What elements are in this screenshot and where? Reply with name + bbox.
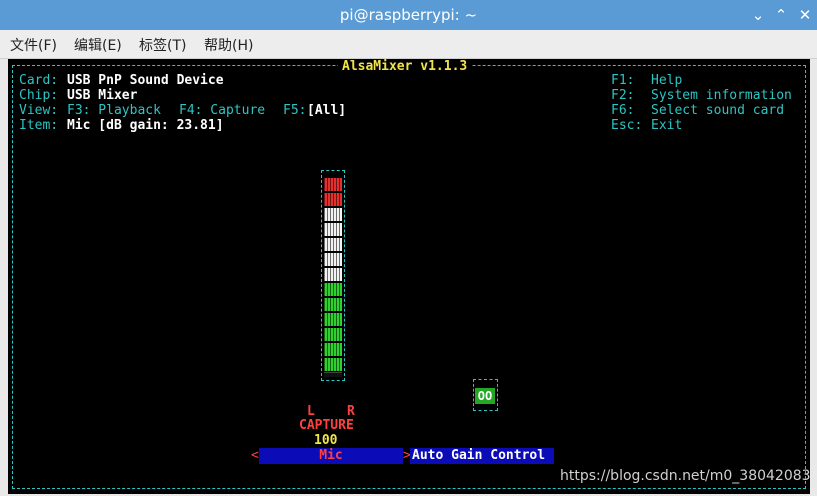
agc-switch-value[interactable]: OO (475, 388, 495, 404)
card-value: USB PnP Sound Device (67, 73, 224, 88)
volume-segment (324, 178, 342, 191)
help-f6-text: Select sound card (651, 103, 785, 118)
help-esc-key: Esc: (611, 118, 643, 133)
volume-segment (324, 253, 342, 266)
maximize-icon[interactable]: ⌃ (771, 5, 791, 25)
title-bar[interactable]: pi@raspberrypi: ~ ⌄ ⌃ ✕ (0, 0, 817, 30)
capture-value: 100 (314, 433, 338, 448)
volume-bar-base (324, 372, 342, 377)
volume-segment (324, 358, 342, 371)
volume-segment (324, 208, 342, 221)
volume-segment (324, 298, 342, 311)
window-title: pi@raspberrypi: ~ (339, 6, 478, 24)
help-f1-key: F1: (611, 73, 635, 88)
volume-segment (324, 238, 342, 251)
volume-segment (324, 268, 342, 281)
menu-bar: 文件(F) 编辑(E) 标签(T) 帮助(H) (0, 30, 817, 59)
volume-segment (324, 223, 342, 236)
view-label: View: (19, 103, 59, 118)
menu-help[interactable]: 帮助(H) (204, 35, 253, 55)
volume-segment (324, 283, 342, 296)
control-arrow-left[interactable]: < (251, 448, 259, 463)
terminal-area[interactable]: AlsaMixer v1.1.3 Card: USB PnP Sound Dev… (8, 59, 810, 494)
volume-segment (324, 313, 342, 326)
view-f5-key: F5: (283, 103, 307, 118)
minimize-icon[interactable]: ⌄ (748, 5, 768, 25)
item-label: Item: (19, 118, 59, 133)
channel-left-label: L (307, 404, 315, 419)
item-value: Mic [dB gain: 23.81] (67, 118, 224, 133)
view-f4-capture[interactable]: F4: Capture (179, 103, 265, 118)
volume-segment (324, 343, 342, 356)
control-auto-gain[interactable]: Auto Gain Control (410, 448, 554, 464)
view-f5-all[interactable]: [All] (307, 103, 346, 118)
menu-tabs[interactable]: 标签(T) (139, 35, 186, 55)
help-f2-text: System information (651, 88, 792, 103)
chip-value: USB Mixer (67, 88, 138, 103)
watermark: https://blog.csdn.net/m0_38042083 (560, 468, 811, 484)
volume-segment (324, 193, 342, 206)
control-mic[interactable]: Mic (259, 448, 403, 464)
view-f3-playback[interactable]: F3: Playback (67, 103, 161, 118)
menu-edit[interactable]: 编辑(E) (74, 35, 122, 55)
channel-right-label: R (347, 404, 355, 419)
help-esc-text: Exit (651, 118, 683, 133)
help-f6-key: F6: (611, 103, 635, 118)
help-f1-text: Help (651, 73, 683, 88)
capture-label: CAPTURE (299, 418, 354, 433)
help-f2-key: F2: (611, 88, 635, 103)
mixer-title: AlsaMixer v1.1.3 (338, 59, 472, 74)
volume-segment (324, 328, 342, 341)
close-icon[interactable]: ✕ (795, 5, 815, 25)
menu-file[interactable]: 文件(F) (10, 35, 57, 55)
card-label: Card: (19, 73, 59, 88)
chip-label: Chip: (19, 88, 59, 103)
